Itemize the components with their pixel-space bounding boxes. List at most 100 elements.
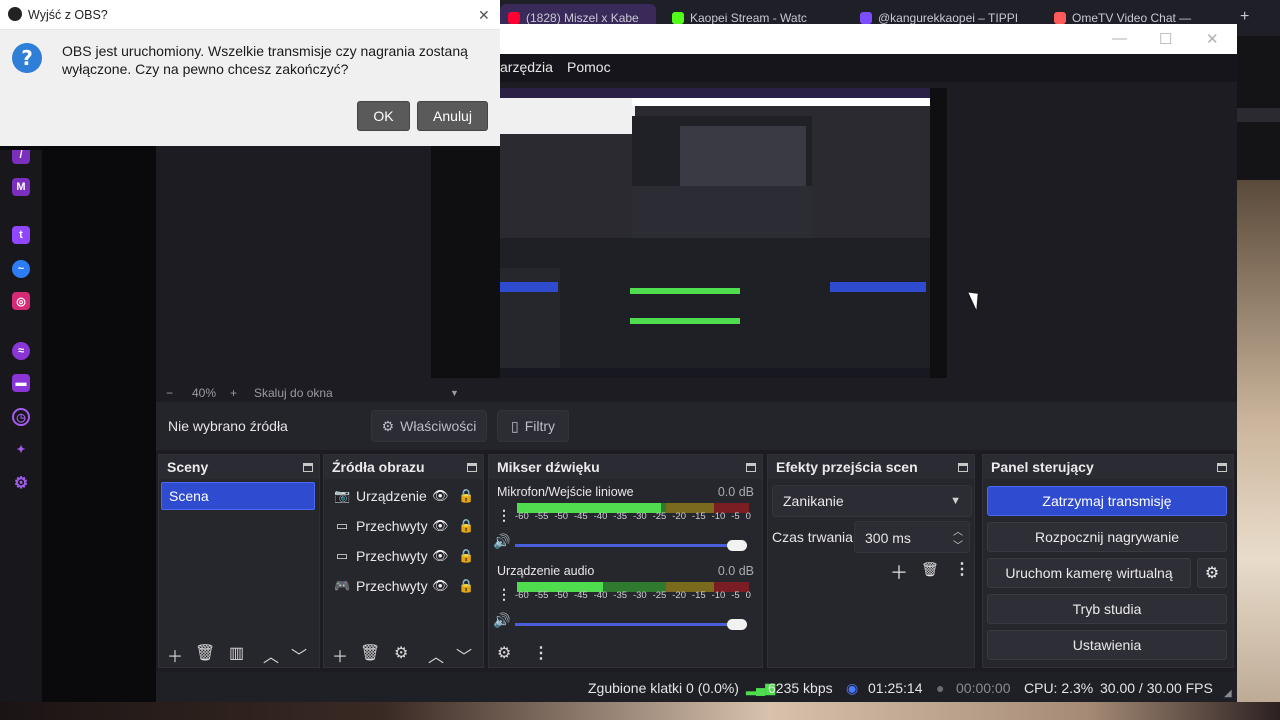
mixer-menu-icon[interactable]: ⋮ [533,643,549,663]
fit-to-window-button[interactable]: Skaluj do okna [254,386,333,400]
studio-mode-button[interactable]: Tryb studia [987,594,1227,624]
scene-transitions-dock: Efekty przejścia scen Zanikanie ▼ Czas t… [767,454,975,668]
lock-icon[interactable]: 🔒 [458,518,474,534]
add-icon[interactable]: ＋ [167,643,183,667]
filters-button[interactable]: ▯ Filtry [497,410,569,442]
add-icon[interactable]: ＋ [890,559,908,585]
history-icon[interactable]: ◷ [12,408,30,426]
chevron-down-icon: ▼ [950,495,961,507]
volume-slider-knob[interactable] [727,540,747,551]
duration-spinbox[interactable]: 300 ms ︿ ﹀ [854,521,970,553]
scene-list-item[interactable]: Scena [161,482,315,510]
instagram-icon[interactable]: ◎ [12,292,30,310]
decrement-icon[interactable]: ﹀ [953,537,963,552]
filters-label: Filtry [524,418,556,434]
audio-mixer-dock: Mikser dźwięku Mikrofon/Wejście liniowe … [488,454,763,668]
preview-canvas[interactable] [431,88,947,378]
speaker-icon[interactable]: 🔊 [493,533,510,550]
browser-page-area [42,146,156,702]
lock-icon[interactable]: 🔒 [458,488,474,504]
filter-icon[interactable]: ▥ [229,643,244,663]
channel-menu-icon[interactable]: ⋮ [497,586,511,603]
dock-header: Źródła obrazu [324,455,483,479]
undock-icon[interactable] [467,462,477,472]
sidebar-app-icon[interactable]: M [12,178,30,196]
cancel-button[interactable]: Anuluj [417,101,488,131]
mini-status [500,368,930,378]
trash-icon[interactable]: 🗑 [360,643,380,663]
gear-icon[interactable]: ⚙ [394,643,408,663]
move-down-icon[interactable]: ﹀ [456,643,472,667]
speaker-icon[interactable]: 🔊 [493,612,510,629]
meter-tick-label: -15 [691,590,706,601]
dialog-shadow [0,146,156,150]
ok-button[interactable]: OK [357,101,410,131]
visibility-eye-icon[interactable]: 👁 [432,488,449,504]
undock-icon[interactable] [746,462,756,472]
menu-help[interactable]: Pomoc [567,59,611,75]
source-item[interactable]: ▭ Przechwyty 👁 🔒 [334,545,474,567]
channel-menu-icon[interactable]: ⋮ [497,507,511,524]
advanced-audio-gear-icon[interactable]: ⚙ [497,643,511,663]
transition-menu-icon[interactable]: ⋮ [954,559,970,579]
volume-slider[interactable] [515,623,747,626]
zoom-dropdown-icon[interactable]: ▼ [450,388,459,398]
visibility-eye-icon[interactable]: 👁 [432,548,449,564]
messenger-icon[interactable]: ~ [12,260,30,278]
volume-slider[interactable] [515,544,747,547]
settings-icon[interactable]: ⚙ [12,474,30,492]
increment-icon[interactable]: ︿ [953,523,963,538]
minimize-button[interactable]: — [1112,30,1127,47]
maximize-button[interactable]: ☐ [1159,30,1172,48]
meter-ticks: -60 -55 -50 -45 -40 -35 -30 -25 -20 -15 -10 -5 0 [515,590,751,601]
trash-icon[interactable]: 🗑 [921,561,939,578]
browser-sidebar: / M t ~ ◎ ≈ ▬ ◷ ✦ ⚙ [0,146,42,702]
undock-icon[interactable] [958,462,968,472]
properties-button[interactable]: ⚙ Właściwości [371,410,487,442]
transition-select[interactable]: Zanikanie ▼ [772,485,972,517]
volume-slider-knob[interactable] [727,619,747,630]
lock-icon[interactable]: 🔒 [458,578,474,594]
virtual-camera-settings-button[interactable]: ⚙ [1197,558,1227,588]
move-up-icon[interactable]: ︿ [428,643,444,667]
meter-tick-label: -55 [534,511,549,522]
source-toolbar: Nie wybrano źródła ⚙ Właściwości ▯ Filtr… [156,402,1237,450]
start-recording-button[interactable]: Rozpocznij nagrywanie [987,522,1227,552]
mini-nested [680,126,806,186]
close-window-button[interactable]: ✕ [1206,30,1219,48]
twitch-icon[interactable]: t [12,226,30,244]
zoom-level: 40% [192,386,217,400]
close-icon[interactable]: ✕ [478,7,490,24]
camera-icon: 📷 [334,488,351,503]
start-virtual-camera-button[interactable]: Uruchom kamerę wirtualną [987,558,1191,588]
source-item[interactable]: ▭ Przechwyty 👁 🔒 [334,515,474,537]
extensions-icon[interactable]: ✦ [12,440,30,458]
source-name: Urządzenie [356,488,427,504]
settings-button[interactable]: Ustawienia [987,630,1227,660]
dock-title: Mikser dźwięku [497,459,600,475]
obs-menubar: arzędzia Pomoc [500,54,1237,82]
lock-icon[interactable]: 🔒 [458,548,474,564]
visibility-eye-icon[interactable]: 👁 [432,518,449,534]
source-item[interactable]: 📷 Urządzenie 👁 🔒 [334,485,474,507]
spotify-icon[interactable]: ≈ [12,342,30,360]
zoom-in-button[interactable]: + [230,386,237,400]
sidebar-app-icon[interactable]: ▬ [12,374,30,392]
move-down-icon[interactable]: ﹀ [291,643,307,667]
resize-grip-icon[interactable]: ◢ [1224,688,1232,699]
monitor-icon: ▭ [335,518,349,533]
mini-meter [630,318,740,324]
new-tab-button[interactable]: + [1240,8,1249,26]
trash-icon[interactable]: 🗑 [195,643,215,663]
source-item[interactable]: 🎮 Przechwyty 👁 🔒 [334,575,474,597]
visibility-eye-icon[interactable]: 👁 [432,578,449,594]
add-icon[interactable]: ＋ [332,643,348,667]
dropped-frames: Zgubione klatki 0 (0.0%) [588,680,739,696]
stop-streaming-button[interactable]: Zatrzymaj transmisję [987,486,1227,516]
move-up-icon[interactable]: ︿ [263,643,279,667]
undock-icon[interactable] [1217,462,1227,472]
menu-tools[interactable]: arzędzia [500,59,553,75]
undock-icon[interactable] [303,462,313,472]
browser-toolbar-strip [1237,108,1280,122]
zoom-out-button[interactable]: − [166,386,173,400]
